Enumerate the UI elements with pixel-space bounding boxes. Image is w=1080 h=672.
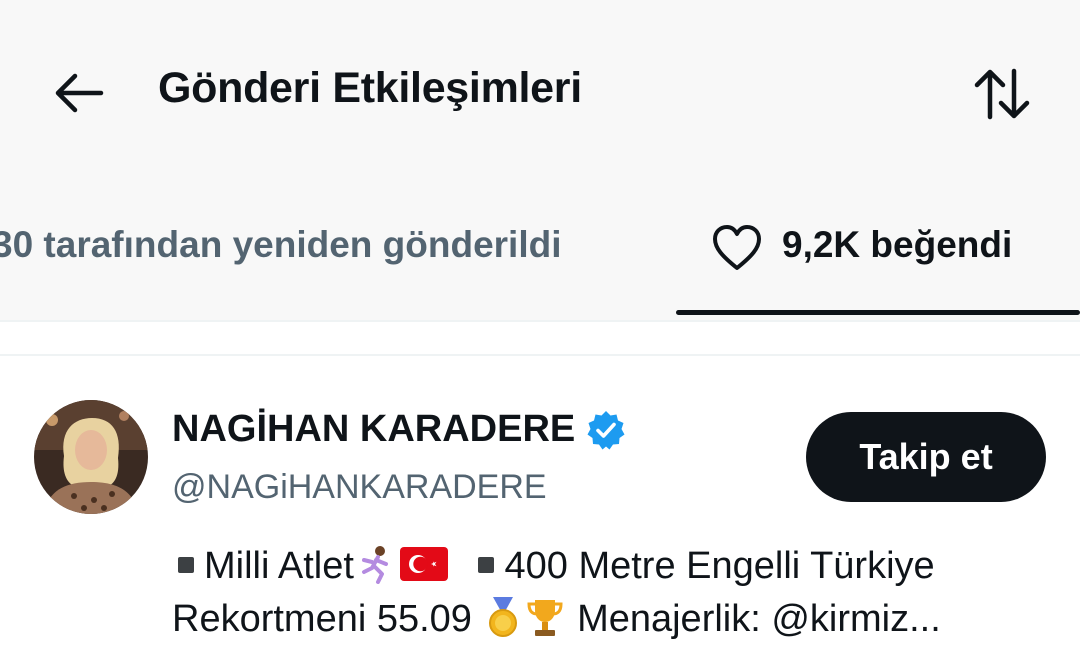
avatar[interactable] xyxy=(34,400,148,514)
follow-button[interactable]: Takip et xyxy=(806,412,1046,502)
divider xyxy=(0,320,1080,322)
back-button[interactable] xyxy=(52,66,106,120)
page-title: Gönderi Etkileşimleri xyxy=(158,64,582,112)
profile-photo xyxy=(34,400,148,514)
trophy-icon xyxy=(526,599,563,636)
display-name[interactable]: NAGİHAN KARADERE xyxy=(172,408,627,451)
user-handle: @NAGiHANKARADERE xyxy=(172,468,547,506)
user-bio: Milli Atlet 400 Metre Engelli Türkiye Re… xyxy=(172,540,1062,647)
medal-icon xyxy=(488,596,517,637)
divider xyxy=(0,354,1080,356)
interaction-tabs: 30 tarafından yeniden gönderildi 9,2K be… xyxy=(0,196,1080,320)
tab-likes[interactable]: 9,2K beğendi xyxy=(676,196,1080,320)
header-bar: Gönderi Etkileşimleri 30 tarafından yeni… xyxy=(0,0,1080,320)
bio-line: Rekortmeni 55.09 Menajerlik: @kirmiz... xyxy=(172,593,1062,647)
bio-line: Milli Atlet 400 Metre Engelli Türkiye xyxy=(172,540,1062,593)
runner-emoji-icon xyxy=(361,545,388,584)
arrow-left-icon xyxy=(55,73,104,113)
heart-outline-icon xyxy=(713,225,761,270)
likes-count-label: 9,2K beğendi xyxy=(782,224,1013,265)
black-square-icon xyxy=(478,556,495,573)
tab-reposts[interactable]: 30 tarafından yeniden gönderildi xyxy=(0,224,562,266)
display-name-text: NAGİHAN KARADERE xyxy=(172,408,576,450)
active-tab-indicator xyxy=(676,310,1080,315)
bio-text: Menajerlik: @kirmiz... xyxy=(577,598,941,640)
black-square-icon xyxy=(178,556,194,573)
bio-text: Rekortmeni 55.09 xyxy=(172,598,472,640)
verified-badge-icon xyxy=(587,410,625,449)
turkey-flag-icon xyxy=(399,546,448,581)
bio-text: Milli Atlet xyxy=(204,545,354,587)
sort-button[interactable] xyxy=(966,64,1038,124)
bio-text: 400 Metre Engelli Türkiye xyxy=(504,545,935,587)
sort-arrows-icon xyxy=(974,68,1030,120)
